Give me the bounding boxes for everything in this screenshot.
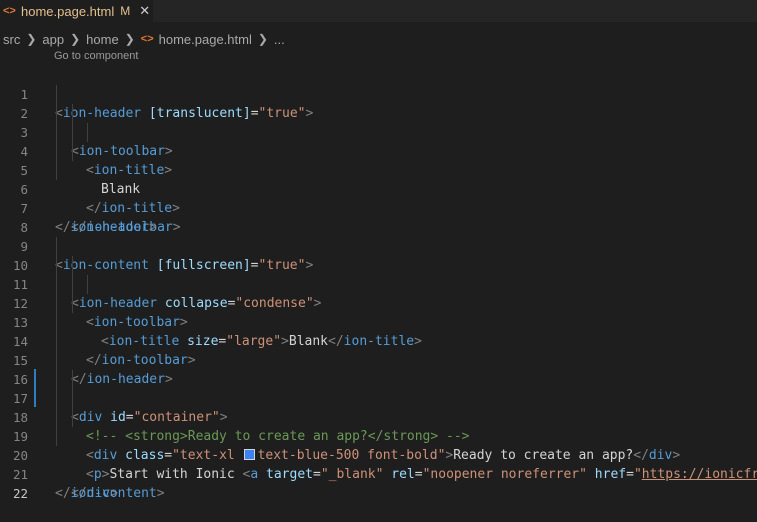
- code-line: 20 </div>: [0, 427, 757, 501]
- code-line: 17 <!-- <strong>Ready to create an app?<…: [0, 370, 757, 444]
- code-line: 21 </ion-content>: [12, 467, 165, 501]
- code-line: 9 <ion-content [fullscreen]="true">: [20, 239, 314, 273]
- code-line: 16 <div id="container">: [0, 351, 757, 425]
- code-line: 7 </ion-header>: [20, 201, 157, 235]
- code-line: 14 </ion-header>: [0, 313, 757, 387]
- breadcrumb-src[interactable]: src: [3, 32, 20, 47]
- chevron-right-icon: ❯: [124, 32, 135, 46]
- html-file-icon: <>: [140, 33, 154, 45]
- code-line: 3 <ion-title>: [0, 104, 757, 178]
- code-line: 15: [0, 332, 757, 368]
- chevron-right-icon: ❯: [70, 32, 81, 46]
- chevron-right-icon: ❯: [257, 32, 268, 46]
- code-line: 8: [20, 220, 28, 235]
- code-line: 1 <ion-header [translucent]="true">: [20, 87, 314, 121]
- tab-bar: <> home.page.html M ✕: [0, 0, 757, 22]
- code-line: 4 Blank: [0, 123, 757, 197]
- code-line: 11 <ion-toolbar>: [0, 256, 757, 330]
- modified-badge: M: [120, 4, 131, 18]
- chevron-right-icon: ❯: [26, 32, 37, 46]
- code-line: 6 </ion-toolbar>: [0, 161, 757, 235]
- tab-home-page-html[interactable]: <> home.page.html M ✕: [0, 0, 153, 22]
- tab-title[interactable]: home.page.html: [21, 4, 114, 19]
- close-icon[interactable]: ✕: [139, 3, 150, 19]
- code-editor[interactable]: Go to component 1 <ion-header [transluce…: [0, 50, 757, 501]
- breadcrumb-app[interactable]: app: [42, 32, 64, 47]
- breadcrumb-more[interactable]: ...: [274, 32, 285, 47]
- codelens-go-to-component[interactable]: Go to component: [54, 50, 138, 62]
- code-lines: 1 <ion-header [translucent]="true"> 2 <i…: [0, 66, 757, 501]
- code-line: 5 </ion-title>: [0, 142, 757, 216]
- code-line: 13 </ion-toolbar>: [0, 294, 757, 368]
- code-line: 10 <ion-header collapse="condense">: [0, 237, 757, 311]
- code-line: 12 <ion-title size="large">Blank</ion-ti…: [0, 275, 757, 349]
- code-line: 19 <p>Start with Ionic <a target="_blank…: [0, 408, 757, 482]
- breadcrumb-home[interactable]: home: [86, 32, 119, 47]
- code-line: 18 <div class="text-xl text-blue-500 fon…: [0, 389, 757, 463]
- code-line: 22: [12, 486, 28, 501]
- breadcrumb-file[interactable]: home.page.html: [159, 32, 252, 47]
- code-line: 2 <ion-toolbar>: [0, 85, 757, 159]
- html-file-icon: <>: [3, 5, 16, 17]
